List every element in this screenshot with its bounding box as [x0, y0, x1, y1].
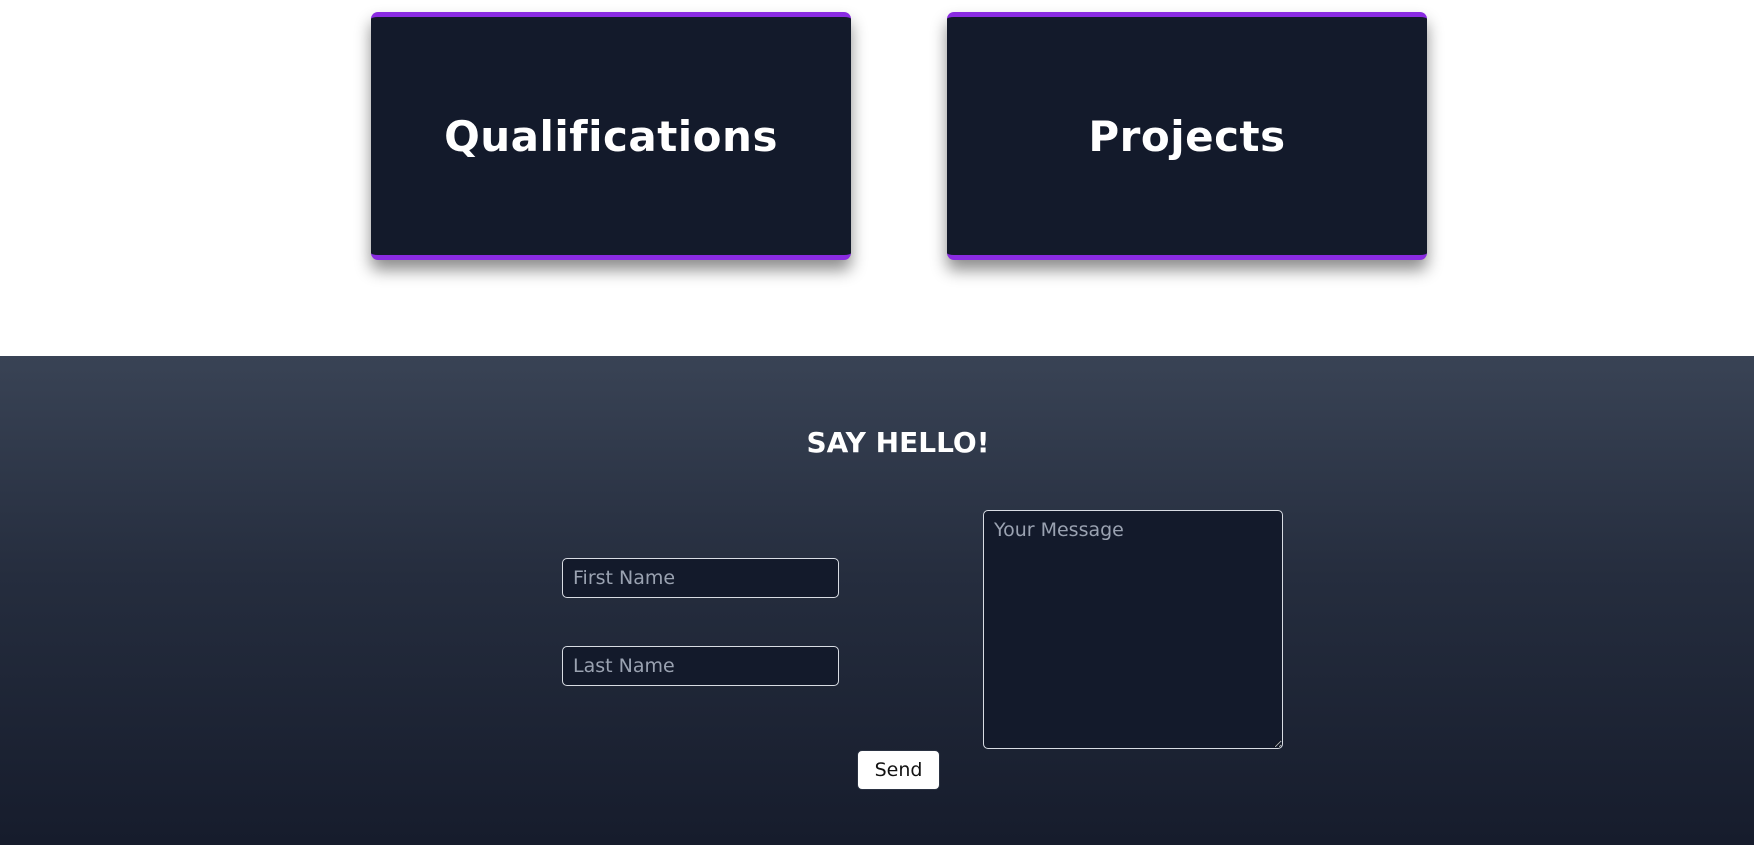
send-button[interactable]: Send — [857, 750, 940, 790]
projects-card[interactable]: Projects — [947, 12, 1427, 260]
contact-heading: SAY HELLO! — [806, 426, 990, 459]
last-name-input[interactable] — [562, 646, 839, 686]
first-name-input[interactable] — [562, 558, 839, 598]
qualifications-card-title: Qualifications — [444, 111, 778, 161]
contact-section: SAY HELLO! Send — [0, 356, 1754, 845]
qualifications-card[interactable]: Qualifications — [371, 12, 851, 260]
projects-card-title: Projects — [1088, 111, 1286, 161]
cards-section: Qualifications Projects — [0, 0, 1754, 356]
message-textarea[interactable] — [983, 510, 1283, 749]
